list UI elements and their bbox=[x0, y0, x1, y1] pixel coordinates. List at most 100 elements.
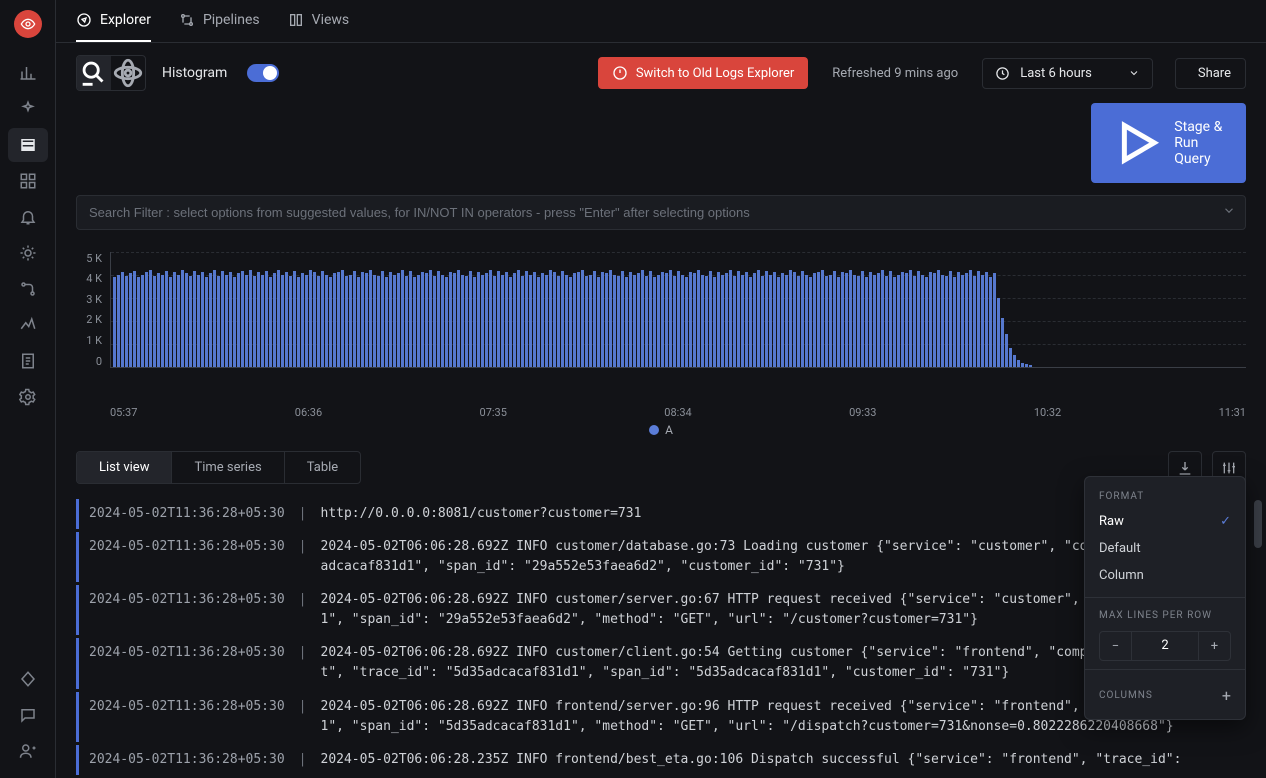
histogram-bar[interactable] bbox=[153, 276, 156, 367]
histogram-toggle[interactable] bbox=[247, 64, 279, 82]
sidebar-item-support[interactable] bbox=[8, 698, 48, 732]
histogram-bar[interactable] bbox=[201, 272, 204, 366]
histogram-bar[interactable] bbox=[957, 272, 960, 366]
histogram-bar[interactable] bbox=[857, 276, 860, 367]
histogram-bar[interactable] bbox=[1001, 318, 1004, 366]
histogram-bar[interactable] bbox=[253, 276, 256, 367]
histogram-bar[interactable] bbox=[929, 272, 932, 366]
histogram-bar[interactable] bbox=[417, 275, 420, 367]
sidebar-item-alerts[interactable] bbox=[8, 200, 48, 234]
histogram-bar[interactable] bbox=[669, 270, 672, 367]
histogram-bar[interactable] bbox=[557, 276, 560, 367]
histogram-bar[interactable] bbox=[621, 271, 624, 366]
histogram-bar[interactable] bbox=[217, 276, 220, 367]
histogram-bar[interactable] bbox=[229, 272, 232, 366]
histogram-bar[interactable] bbox=[361, 272, 364, 366]
histogram-bar[interactable] bbox=[833, 271, 836, 366]
histogram-bar[interactable] bbox=[1029, 365, 1032, 366]
histogram-bar[interactable] bbox=[917, 271, 920, 366]
histogram-bar[interactable] bbox=[113, 277, 116, 367]
add-column-button[interactable]: + bbox=[1222, 686, 1231, 705]
run-query-button[interactable]: Stage & Run Query bbox=[1091, 103, 1246, 183]
histogram-bar[interactable] bbox=[805, 275, 808, 367]
histogram-bar[interactable] bbox=[797, 276, 800, 367]
brand-logo[interactable] bbox=[14, 10, 42, 38]
histogram-bar[interactable] bbox=[945, 276, 948, 367]
histogram-bar[interactable] bbox=[753, 273, 756, 366]
histogram-bar[interactable] bbox=[985, 272, 988, 366]
histogram-bar[interactable] bbox=[965, 273, 968, 366]
histogram-bar[interactable] bbox=[893, 277, 896, 367]
histogram-bar[interactable] bbox=[405, 276, 408, 367]
histogram-bar[interactable] bbox=[345, 276, 348, 367]
log-row[interactable]: 2024-05-02T11:36:28+05:30|2024-05-02T06:… bbox=[76, 745, 1246, 775]
histogram-bar[interactable] bbox=[549, 270, 552, 367]
histogram-bar[interactable] bbox=[353, 271, 356, 366]
histogram-bar[interactable] bbox=[389, 272, 392, 366]
share-button[interactable]: Share bbox=[1175, 58, 1246, 89]
histogram-bar[interactable] bbox=[233, 277, 236, 367]
sidebar-item-invite[interactable] bbox=[8, 734, 48, 768]
histogram-bar[interactable] bbox=[241, 271, 244, 366]
histogram-bar[interactable] bbox=[941, 275, 944, 367]
histogram-bar[interactable] bbox=[413, 277, 416, 367]
histogram-bar[interactable] bbox=[869, 272, 872, 366]
histogram-bar[interactable] bbox=[849, 270, 852, 367]
sidebar-item-settings[interactable] bbox=[8, 380, 48, 414]
sidebar-item-ai[interactable] bbox=[8, 92, 48, 126]
histogram-bar[interactable] bbox=[709, 271, 712, 366]
histogram-bar[interactable] bbox=[689, 272, 692, 366]
histogram-bar[interactable] bbox=[301, 273, 304, 366]
histogram-bar[interactable] bbox=[357, 277, 360, 367]
histogram-bar[interactable] bbox=[853, 275, 856, 367]
histogram-bar[interactable] bbox=[245, 275, 248, 367]
histogram-bar[interactable] bbox=[589, 275, 592, 367]
histogram-bar[interactable] bbox=[673, 276, 676, 367]
histogram-bar[interactable] bbox=[629, 272, 632, 366]
histogram-bar[interactable] bbox=[473, 277, 476, 367]
histogram-bar[interactable] bbox=[761, 276, 764, 367]
histogram-bar[interactable] bbox=[677, 271, 680, 366]
histogram-bar[interactable] bbox=[433, 276, 436, 367]
histogram-bar[interactable] bbox=[385, 277, 388, 367]
histogram-bar[interactable] bbox=[973, 276, 976, 367]
histogram-bar[interactable] bbox=[1013, 355, 1016, 367]
sidebar-item-traces[interactable] bbox=[8, 272, 48, 306]
histogram-bar[interactable] bbox=[693, 273, 696, 366]
histogram-bar[interactable] bbox=[993, 273, 996, 366]
histogram-bar[interactable] bbox=[529, 275, 532, 367]
histogram-bar[interactable] bbox=[513, 273, 516, 366]
histogram-bar[interactable] bbox=[685, 277, 688, 367]
histogram-bar[interactable] bbox=[765, 271, 768, 366]
histogram-bar[interactable] bbox=[157, 273, 160, 366]
histogram-bar[interactable] bbox=[313, 272, 316, 366]
histogram-bar[interactable] bbox=[865, 277, 868, 367]
sidebar-item-upgrade[interactable] bbox=[8, 662, 48, 696]
histogram-bar[interactable] bbox=[1017, 360, 1020, 367]
histogram-bar[interactable] bbox=[289, 276, 292, 367]
histogram-bar[interactable] bbox=[617, 276, 620, 367]
histogram-bar[interactable] bbox=[501, 275, 504, 367]
histogram-bar[interactable] bbox=[517, 270, 520, 367]
histogram-bar[interactable] bbox=[117, 275, 120, 367]
histogram-bar[interactable] bbox=[429, 270, 432, 367]
histogram-bar[interactable] bbox=[449, 272, 452, 366]
histogram-bar[interactable] bbox=[537, 277, 540, 367]
histogram-bar[interactable] bbox=[329, 277, 332, 367]
histogram-bar[interactable] bbox=[789, 270, 792, 367]
histogram-bar[interactable] bbox=[445, 277, 448, 367]
histogram-bar[interactable] bbox=[601, 272, 604, 366]
histogram-bar[interactable] bbox=[873, 275, 876, 367]
histogram-bar[interactable] bbox=[909, 270, 912, 367]
histogram-bar[interactable] bbox=[277, 270, 280, 367]
sidebar-item-metrics[interactable] bbox=[8, 56, 48, 90]
histogram-bar[interactable] bbox=[437, 271, 440, 366]
histogram-bar[interactable] bbox=[485, 273, 488, 366]
histogram-bar[interactable] bbox=[725, 273, 728, 366]
histogram-bar[interactable] bbox=[825, 276, 828, 367]
histogram-bar[interactable] bbox=[565, 275, 568, 367]
histogram-bar[interactable] bbox=[793, 272, 796, 366]
histogram-bar[interactable] bbox=[921, 275, 924, 367]
histogram-bar[interactable] bbox=[1005, 334, 1008, 366]
histogram-bar[interactable] bbox=[265, 271, 268, 366]
